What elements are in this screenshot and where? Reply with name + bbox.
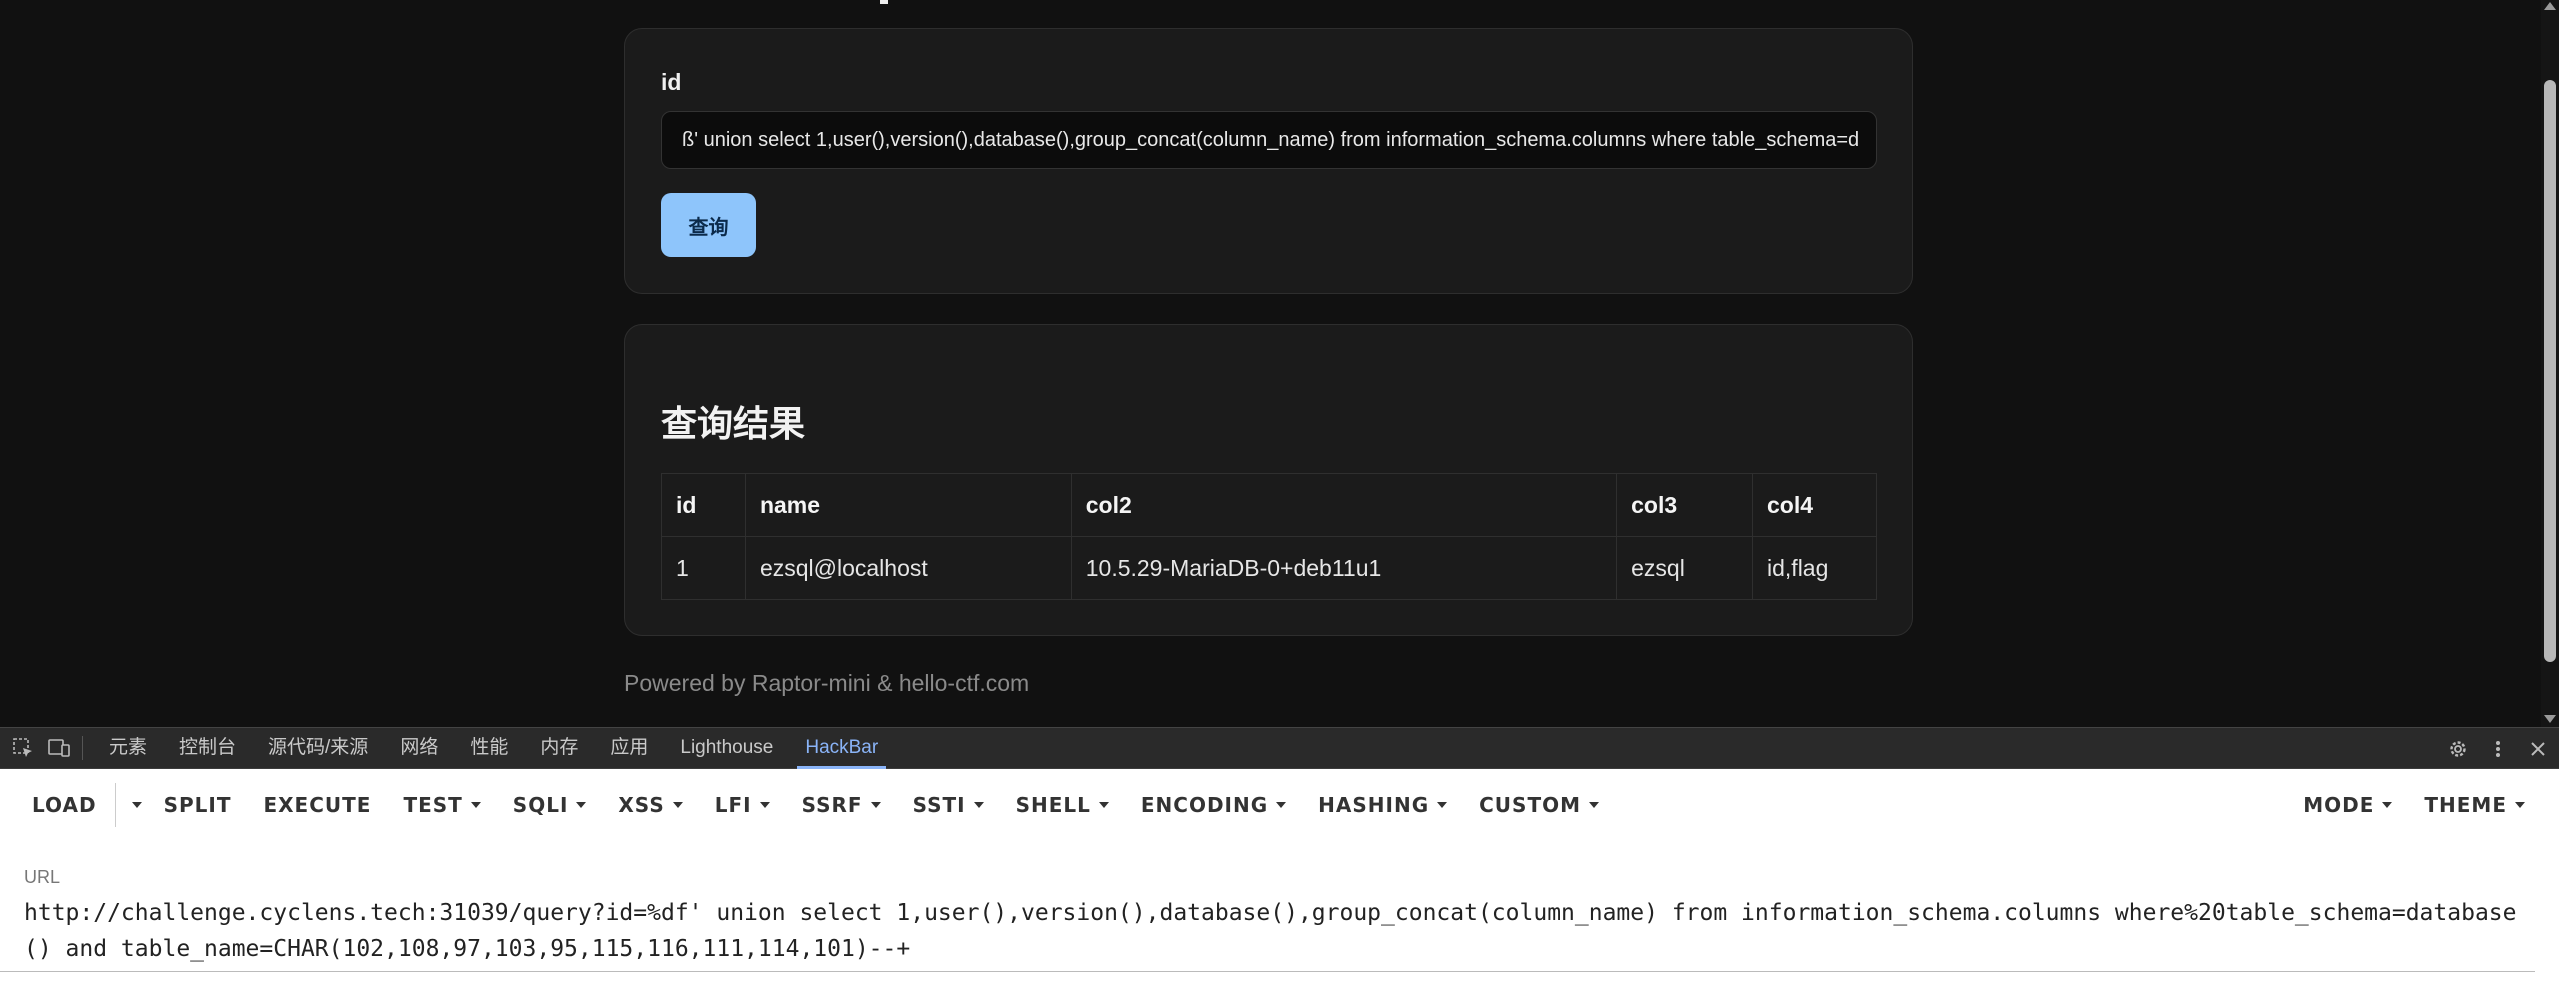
ssrf-menu-label: SSRF: [801, 793, 863, 817]
lfi-menu-label: LFI: [714, 793, 752, 817]
query-button[interactable]: 查询: [661, 193, 756, 257]
chevron-down-icon: [1098, 802, 1109, 808]
tab-hackbar[interactable]: HackBar: [789, 727, 894, 769]
xss-menu-button[interactable]: XSS: [602, 769, 698, 841]
table-header-row: id name col2 col3 col4: [661, 473, 1877, 537]
custom-menu-button[interactable]: CUSTOM: [1463, 769, 1615, 841]
url-field-underline: [0, 971, 2535, 972]
chevron-down-icon: [973, 802, 984, 808]
lfi-menu-button[interactable]: LFI: [699, 769, 786, 841]
tab-application[interactable]: 应用: [594, 727, 664, 769]
chevron-down-icon: [672, 802, 683, 808]
chevron-down-icon: [131, 802, 142, 808]
page-heading-fragment: [880, 0, 888, 4]
hackbar-right-controls: MODE THEME: [2287, 769, 2541, 841]
shell-menu-label: SHELL: [1015, 793, 1091, 817]
column-header-id: id: [661, 473, 746, 537]
chevron-down-icon: [1437, 802, 1448, 808]
chevron-down-icon: [1276, 802, 1287, 808]
browser-window: id ß' union select 1,user(),version(),da…: [0, 0, 2559, 995]
sqli-menu-button[interactable]: SQLI: [497, 769, 603, 841]
tab-lighthouse[interactable]: Lighthouse: [664, 727, 789, 769]
cell-col3: ezsql: [1616, 536, 1754, 600]
ssti-menu-label: SSTI: [912, 793, 966, 817]
tab-console[interactable]: 控制台: [163, 727, 252, 769]
tab-sources[interactable]: 源代码/来源: [252, 727, 384, 769]
theme-menu-button[interactable]: THEME: [2408, 769, 2541, 841]
mode-menu-label: MODE: [2303, 793, 2375, 817]
ssrf-menu-button[interactable]: SSRF: [786, 769, 897, 841]
scroll-up-icon[interactable]: [2544, 2, 2556, 10]
mode-menu-button[interactable]: MODE: [2287, 769, 2408, 841]
page-footer: Powered by Raptor-mini & hello-ctf.com: [624, 670, 1030, 696]
test-menu-label: TEST: [403, 793, 463, 817]
execute-button[interactable]: EXECUTE: [247, 769, 387, 841]
chevron-down-icon: [759, 802, 770, 808]
column-header-name: name: [744, 473, 1072, 537]
xss-menu-label: XSS: [618, 793, 665, 817]
tab-performance[interactable]: 性能: [454, 727, 524, 769]
tab-network[interactable]: 网络: [384, 727, 454, 769]
encoding-menu-button[interactable]: ENCODING: [1125, 769, 1302, 841]
id-field-label: id: [661, 69, 682, 95]
split-button[interactable]: SPLIT: [148, 769, 248, 841]
results-table: id name col2 col3 col4 1 ezsql@localhost…: [661, 473, 1877, 600]
column-header-col3: col3: [1616, 473, 1754, 537]
chevron-down-icon: [2382, 802, 2393, 808]
id-input[interactable]: ß' union select 1,user(),version(),datab…: [661, 111, 1877, 169]
inspect-element-icon[interactable]: [10, 735, 36, 761]
hackbar-toolbar: LOAD SPLIT EXECUTE TEST SQLI XSS LFI SSR…: [0, 769, 2559, 841]
cell-col4: id,flag: [1752, 536, 1877, 600]
cell-id: 1: [661, 536, 746, 600]
more-options-icon[interactable]: [2485, 736, 2511, 762]
web-page: id ß' union select 1,user(),version(),da…: [0, 0, 2541, 727]
toolbar-divider: [114, 783, 116, 827]
devtools-tab-bar: 元素 控制台 源代码/来源 网络 性能 内存 应用 Lighthouse Hac…: [0, 727, 2559, 769]
load-button[interactable]: LOAD: [0, 769, 113, 841]
theme-menu-label: THEME: [2424, 793, 2507, 817]
scroll-down-icon[interactable]: [2544, 715, 2556, 723]
load-dropdown-button[interactable]: [118, 769, 148, 841]
tab-separator: [82, 736, 83, 760]
cell-col2: 10.5.29-MariaDB-0+deb11u1: [1070, 536, 1618, 600]
cell-name: ezsql@localhost: [744, 536, 1072, 600]
hashing-menu-label: HASHING: [1318, 793, 1430, 817]
result-card: 查询结果 id name col2 col3 col4 1 ezsql@loca…: [624, 324, 1913, 636]
devtools-actions: [2431, 728, 2551, 770]
test-menu-button[interactable]: TEST: [387, 769, 496, 841]
shell-menu-button[interactable]: SHELL: [1000, 769, 1125, 841]
hashing-menu-button[interactable]: HASHING: [1302, 769, 1463, 841]
result-title: 查询结果: [661, 403, 806, 444]
custom-menu-label: CUSTOM: [1479, 793, 1581, 817]
close-icon[interactable]: [2525, 736, 2551, 762]
tab-memory[interactable]: 内存: [524, 727, 594, 769]
chevron-down-icon: [576, 802, 587, 808]
column-header-col2: col2: [1070, 473, 1618, 537]
encoding-menu-label: ENCODING: [1140, 793, 1269, 817]
device-toolbar-icon[interactable]: [46, 735, 72, 761]
gear-icon[interactable]: [2445, 736, 2471, 762]
hackbar-panel: LOAD SPLIT EXECUTE TEST SQLI XSS LFI SSR…: [0, 769, 2559, 995]
tab-elements[interactable]: 元素: [93, 727, 163, 769]
column-header-col4: col4: [1752, 473, 1877, 537]
chevron-down-icon: [1589, 802, 1599, 808]
sqli-menu-label: SQLI: [512, 793, 569, 817]
chevron-down-icon: [470, 802, 481, 808]
scrollbar-thumb[interactable]: [2544, 80, 2556, 662]
table-row: 1 ezsql@localhost 10.5.29-MariaDB-0+deb1…: [661, 536, 1877, 600]
chevron-down-icon: [2515, 802, 2525, 808]
query-form-card: id ß' union select 1,user(),version(),da…: [624, 28, 1913, 294]
ssti-menu-button[interactable]: SSTI: [897, 769, 1000, 841]
url-label: URL: [24, 867, 61, 887]
page-scrollbar[interactable]: [2541, 0, 2559, 727]
chevron-down-icon: [870, 802, 881, 808]
url-textarea[interactable]: http://challenge.cyclens.tech:31039/quer…: [24, 895, 2524, 967]
